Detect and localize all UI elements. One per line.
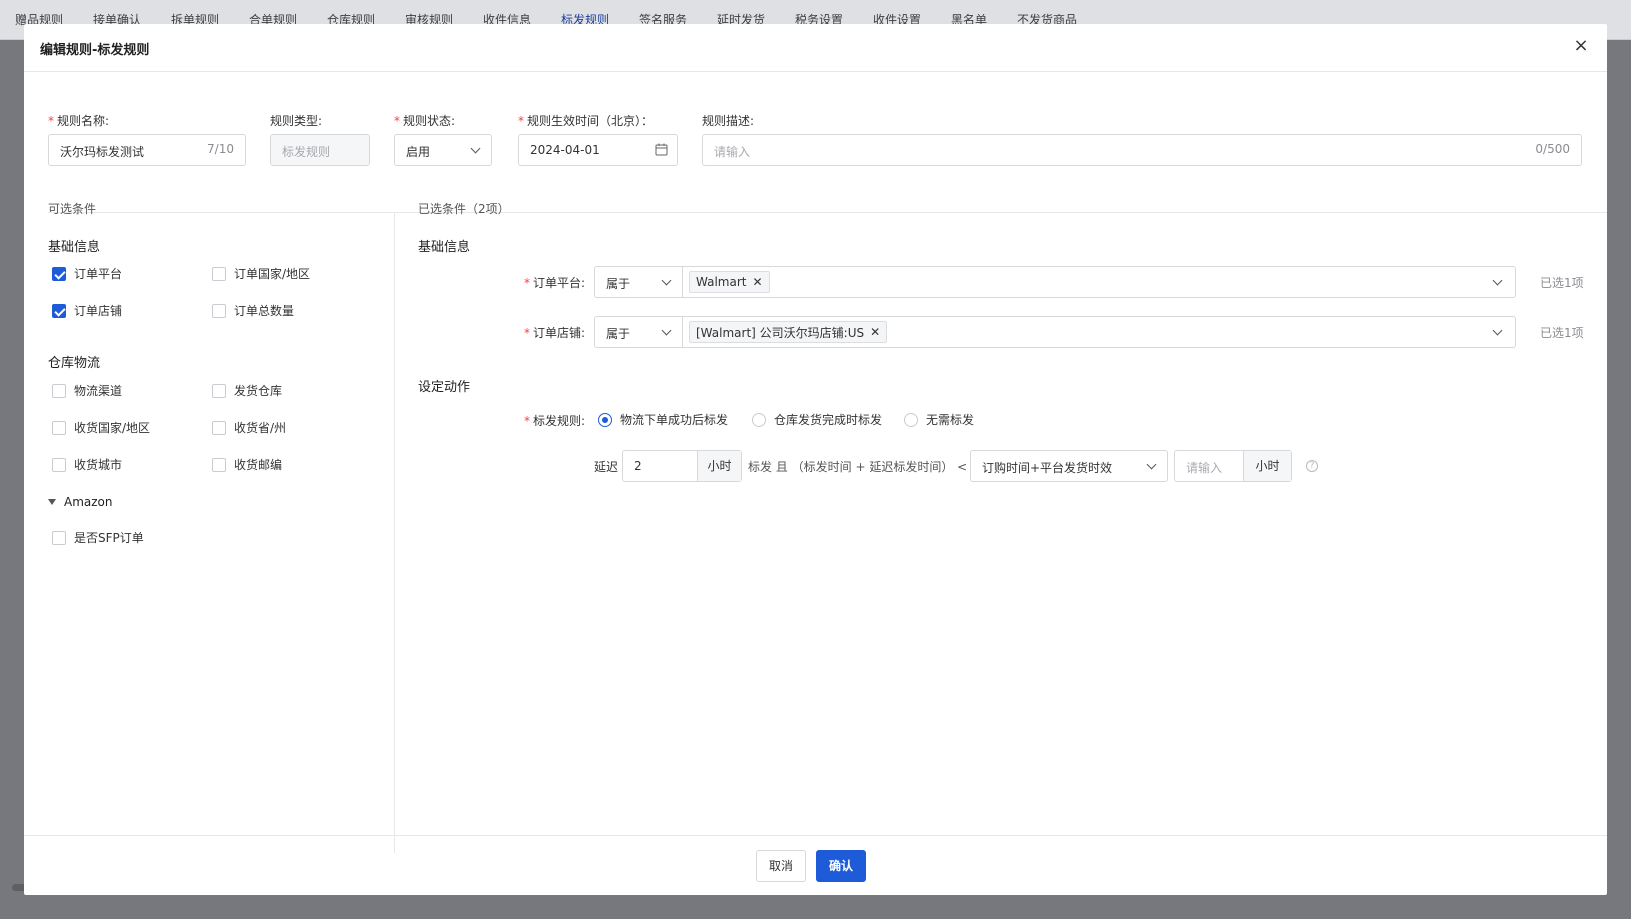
checkbox-box — [52, 457, 66, 472]
rule-name-value: 沃尔玛标发测试 — [60, 145, 145, 159]
limit-hours-placeholder: 请输入 — [1186, 461, 1223, 475]
calendar-icon — [655, 143, 668, 156]
radio-after-warehouse[interactable]: 仓库发货完成时标发 — [752, 411, 882, 428]
action-title: 设定动作 — [418, 380, 471, 395]
available-conditions-title: 可选条件 — [48, 202, 97, 216]
confirm-button[interactable]: 确认 — [816, 850, 866, 882]
radio-dot — [904, 412, 918, 427]
rule-desc-input[interactable]: 请输入 0/500 — [702, 134, 1582, 166]
rule-name-count: 7/10 — [207, 142, 234, 156]
effective-date-value: 2024-04-01 — [530, 143, 600, 157]
radio-dot — [598, 412, 612, 427]
compare-time-select[interactable]: 订购时间+平台发货时效 — [970, 450, 1168, 482]
rule-type-label: 规则类型: — [270, 114, 323, 128]
chevron-down-icon[interactable] — [1492, 325, 1503, 336]
condition-row-platform: 属于 Walmart ✕ — [594, 266, 1516, 298]
checkbox-recv-country[interactable]: 收货国家/地区 — [52, 419, 150, 436]
help-icon[interactable]: ? — [1306, 460, 1318, 472]
compare-time-value: 订购时间+平台发货时效 — [982, 461, 1113, 475]
effective-date-picker[interactable]: 2024-04-01 — [518, 134, 678, 166]
rule-desc-placeholder: 请输入 — [714, 145, 751, 159]
chevron-down-icon — [470, 143, 481, 154]
panel-divider — [394, 212, 395, 853]
checkbox-box — [212, 303, 226, 318]
checkbox-box — [212, 420, 226, 435]
checkbox-logistics-channel[interactable]: 物流渠道 — [52, 382, 122, 399]
rule-name-label: * 规则名称: — [48, 114, 110, 128]
rule-name-input[interactable]: 沃尔玛标发测试 7/10 — [48, 134, 246, 166]
rule-status-label: * 规则状态: — [394, 114, 456, 128]
chevron-down-icon[interactable] — [1492, 275, 1503, 286]
delay-hours-unit: 小时 — [697, 451, 741, 481]
operator-value: 属于 — [606, 277, 631, 291]
checkbox-order-platform[interactable]: 订单平台 — [52, 265, 122, 282]
group-toggle-amazon[interactable]: Amazon — [48, 495, 113, 509]
operator-select-platform[interactable]: 属于 — [595, 267, 683, 297]
remove-tag-icon[interactable]: ✕ — [752, 275, 762, 289]
checkbox-box — [52, 420, 66, 435]
checkbox-box — [212, 383, 226, 398]
cancel-button[interactable]: 取消 — [756, 850, 806, 882]
remove-tag-icon[interactable]: ✕ — [870, 325, 880, 339]
selected-tag-platform: Walmart ✕ — [689, 271, 770, 293]
checkbox-sfp-order[interactable]: 是否SFP订单 — [52, 529, 144, 546]
group-title-warehouse: 仓库物流 — [48, 356, 101, 371]
rule-status-select[interactable]: 启用 — [394, 134, 492, 166]
close-icon[interactable]: × — [1571, 36, 1591, 56]
selected-count-store: 已选1项 — [1540, 326, 1584, 340]
condition-row-store: 属于 [Walmart] 公司沃尔玛店铺:US ✕ — [594, 316, 1516, 348]
edit-rule-modal: 编辑规则-标发规则 × * 规则名称: 沃尔玛标发测试 7/10 规则类型: 标发… — [24, 24, 1607, 895]
checkbox-box — [212, 457, 226, 472]
form-divider — [48, 212, 1607, 213]
delay-hours-input[interactable]: 2 小时 — [622, 450, 742, 482]
rule-type-value: 标发规则 — [282, 145, 331, 159]
group-title-basic: 基础信息 — [48, 240, 101, 255]
modal-header: 编辑规则-标发规则 × — [24, 24, 1607, 72]
radio-after-logistics[interactable]: 物流下单成功后标发 — [598, 411, 728, 428]
checkbox-ship-warehouse[interactable]: 发货仓库 — [212, 382, 282, 399]
checkbox-recv-city[interactable]: 收货城市 — [52, 456, 122, 473]
checkbox-recv-zip[interactable]: 收货邮编 — [212, 456, 282, 473]
operator-value: 属于 — [606, 327, 631, 341]
rule-status-value: 启用 — [406, 145, 431, 159]
limit-hours-input[interactable]: 请输入 小时 — [1174, 450, 1292, 482]
condition-label-platform: * 订单平台: — [524, 276, 586, 290]
operator-select-store[interactable]: 属于 — [595, 317, 683, 347]
rule-type-input: 标发规则 — [270, 134, 370, 166]
modal-title: 编辑规则-标发规则 — [40, 43, 150, 58]
chevron-down-icon — [661, 325, 672, 336]
modal-footer: 取消 确认 — [24, 835, 1607, 895]
checkbox-recv-state[interactable]: 收货省/州 — [212, 419, 286, 436]
chevron-down-icon — [661, 275, 672, 286]
checkbox-box — [52, 383, 66, 398]
action-label: * 标发规则: — [524, 414, 586, 428]
caret-down-icon — [48, 499, 56, 505]
selected-group-title: 基础信息 — [418, 240, 471, 255]
delay-hours-value: 2 — [634, 459, 642, 473]
rule-desc-count: 0/500 — [1535, 142, 1570, 156]
delay-condition-text: 标发 且 （标发时间 + 延迟标发时间） < — [748, 460, 968, 474]
selected-conditions-title: 已选条件（2项） — [418, 202, 510, 216]
checkbox-order-quantity[interactable]: 订单总数量 — [212, 302, 294, 319]
limit-hours-unit: 小时 — [1243, 451, 1291, 481]
selected-count-platform: 已选1项 — [1540, 276, 1584, 290]
checkbox-order-country[interactable]: 订单国家/地区 — [212, 265, 310, 282]
delay-prefix: 延迟 — [594, 460, 619, 474]
checkbox-box — [52, 303, 66, 318]
checkbox-box — [212, 266, 226, 281]
radio-no-mark[interactable]: 无需标发 — [904, 411, 974, 428]
chevron-down-icon — [1146, 459, 1157, 470]
checkbox-order-store[interactable]: 订单店铺 — [52, 302, 122, 319]
effective-time-label: * 规则生效时间（北京）： — [518, 114, 654, 128]
rule-desc-label: 规则描述: — [702, 114, 755, 128]
condition-label-store: * 订单店铺: — [524, 326, 586, 340]
selected-tag-store: [Walmart] 公司沃尔玛店铺:US ✕ — [689, 321, 888, 343]
checkbox-box — [52, 530, 66, 545]
checkbox-box — [52, 266, 66, 281]
radio-dot — [752, 412, 766, 427]
